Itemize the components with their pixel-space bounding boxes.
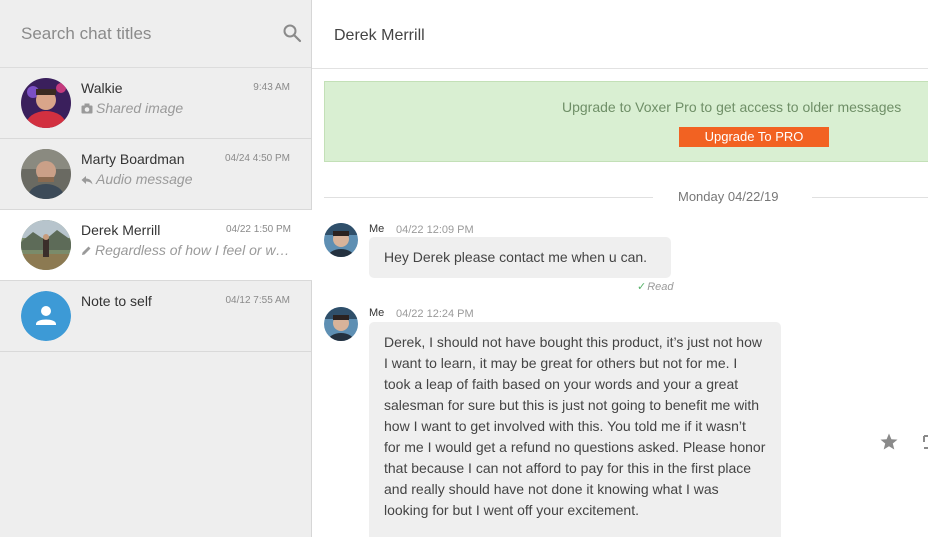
read-status: Read	[647, 281, 674, 293]
check-icon: ✓	[637, 281, 647, 293]
chat-title: Note to self	[81, 293, 152, 309]
chat-time: 04/22 1:50 PM	[225, 224, 291, 235]
message-time: 04/22 12:24 PM	[396, 308, 474, 320]
date-divider-label: Monday 04/22/19	[678, 189, 779, 204]
chat-preview: Regardless of how I feel or wha...	[81, 242, 296, 259]
chat-time: 04/24 4:50 PM	[224, 153, 290, 164]
conversation-pane: Derek Merrill Upgrade to Voxer Pro to ge…	[312, 0, 928, 537]
chat-preview-text: Shared image	[96, 100, 184, 116]
chat-item-derek-merrill[interactable]: Derek Merrill 04/22 1:50 PM Regardless o…	[0, 210, 312, 281]
chat-title: Marty Boardman	[81, 151, 185, 167]
conversation-header: Derek Merrill	[312, 0, 928, 69]
upgrade-banner: Upgrade to Voxer Pro to get access to ol…	[324, 81, 928, 162]
sender-avatar	[324, 223, 358, 257]
chat-item-walkie[interactable]: Walkie 9:43 AM Shared image	[0, 68, 311, 139]
search-bar	[0, 0, 311, 68]
chat-time: 04/12 7:55 AM	[225, 295, 291, 306]
sender-name: Me	[369, 223, 385, 235]
chat-time: 9:43 AM	[253, 82, 290, 93]
conversation-title: Derek Merrill	[334, 27, 425, 44]
expand-icon[interactable]	[920, 433, 928, 451]
chat-title: Walkie	[81, 80, 123, 96]
chat-title: Derek Merrill	[81, 222, 161, 238]
person-icon	[21, 291, 71, 341]
sender-avatar	[324, 307, 358, 341]
message-bubble[interactable]: Hey Derek please contact me when u can.	[369, 237, 671, 278]
search-input[interactable]	[0, 0, 270, 68]
chat-list: Walkie 9:43 AM Shared image Marty Boardm…	[0, 68, 312, 352]
chat-preview: Shared image	[81, 100, 296, 117]
chat-preview-text: Regardless of how I feel or wha...	[95, 242, 296, 258]
date-divider-line-left	[324, 197, 653, 198]
avatar	[21, 78, 71, 128]
upgrade-banner-text: Upgrade to Voxer Pro to get access to ol…	[562, 99, 902, 115]
star-icon[interactable]	[879, 432, 899, 452]
chat-sidebar: Walkie 9:43 AM Shared image Marty Boardm…	[0, 0, 312, 537]
sender-name: Me	[369, 307, 385, 319]
upgrade-to-pro-button[interactable]: Upgrade To PRO	[679, 127, 829, 147]
avatar	[21, 220, 71, 270]
reply-icon	[81, 172, 93, 188]
message-time: 04/22 12:09 PM	[396, 224, 474, 236]
chat-preview: Audio message	[81, 171, 296, 188]
camera-icon	[81, 101, 93, 117]
read-receipt: ✓Read	[637, 280, 674, 293]
chat-item-marty-boardman[interactable]: Marty Boardman 04/24 4:50 PM Audio messa…	[0, 139, 311, 210]
message-bubble[interactable]: Derek, I should not have bought this pro…	[369, 322, 781, 537]
chat-item-note-to-self[interactable]: Note to self 04/12 7:55 AM	[0, 281, 311, 352]
date-divider-line-right	[812, 197, 928, 198]
search-icon[interactable]	[282, 23, 302, 43]
pencil-icon	[81, 243, 92, 259]
avatar	[21, 149, 71, 199]
chat-preview-text: Audio message	[96, 171, 193, 187]
